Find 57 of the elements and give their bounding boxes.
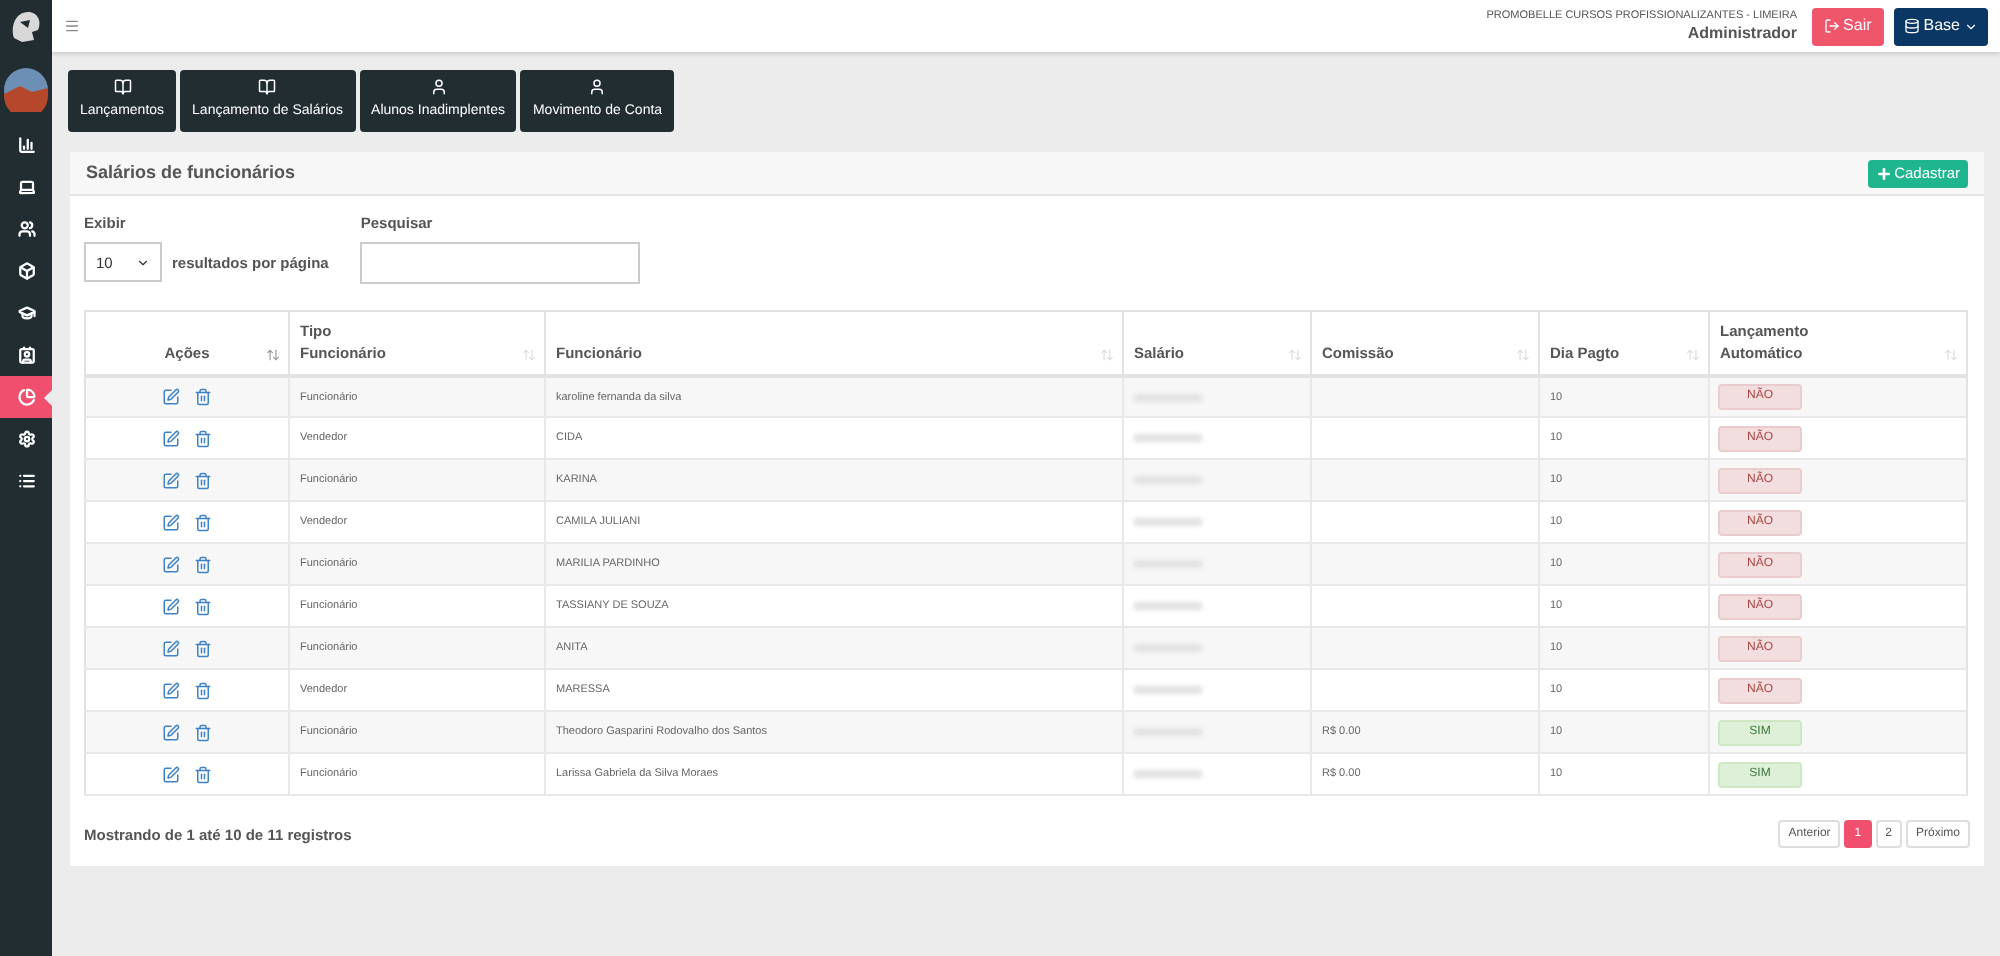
sort-icon xyxy=(1686,347,1700,362)
edit-icon[interactable] xyxy=(162,597,180,616)
database-icon xyxy=(1903,18,1920,34)
cube-icon xyxy=(17,262,35,280)
user-role: Administrador xyxy=(1687,23,1798,43)
menu-icon[interactable] xyxy=(64,18,80,34)
list-icon xyxy=(17,472,35,490)
edit-icon[interactable] xyxy=(162,471,180,490)
edit-icon[interactable] xyxy=(162,765,180,784)
caret-icon xyxy=(1964,19,1978,33)
pie-chart-icon xyxy=(17,388,35,406)
edit-icon[interactable] xyxy=(162,555,180,574)
blurred-value xyxy=(1134,770,1202,779)
delete-icon[interactable] xyxy=(194,388,212,406)
plus-icon xyxy=(1876,165,1893,181)
sort-icon xyxy=(522,347,536,362)
blurred-value xyxy=(1134,434,1202,443)
edit-icon[interactable] xyxy=(162,723,180,742)
user-icon xyxy=(429,78,447,97)
delete-icon[interactable] xyxy=(194,471,212,490)
search-field[interactable] xyxy=(360,242,641,285)
edit-icon[interactable] xyxy=(162,429,180,448)
delete-icon[interactable] xyxy=(194,639,212,658)
sort-icon xyxy=(1944,347,1958,362)
edit-icon[interactable] xyxy=(162,681,180,700)
caret-icon xyxy=(136,255,150,270)
logout-icon xyxy=(1823,18,1840,34)
graduation-cap-icon xyxy=(17,304,35,322)
sort-icon xyxy=(266,347,280,362)
edit-icon[interactable] xyxy=(162,388,180,406)
delete-icon[interactable] xyxy=(194,513,212,532)
sort-icon xyxy=(1100,347,1114,362)
blurred-value xyxy=(1134,602,1202,611)
delete-icon[interactable] xyxy=(194,429,212,448)
delete-icon[interactable] xyxy=(194,723,212,742)
base-dropdown[interactable]: Base xyxy=(1893,7,1988,45)
delete-icon[interactable] xyxy=(194,765,212,784)
edit-icon[interactable] xyxy=(162,639,180,658)
blurred-value xyxy=(1134,686,1202,695)
blurred-value xyxy=(1134,518,1202,527)
panel-title: Salários de funcionários xyxy=(86,159,296,186)
sort-icon xyxy=(1516,347,1530,362)
user-icon xyxy=(588,78,607,97)
avatar xyxy=(4,68,48,112)
sort-icon xyxy=(1288,347,1302,362)
book-icon xyxy=(258,78,277,97)
pointer-icon xyxy=(44,389,52,405)
delete-icon[interactable] xyxy=(194,681,212,700)
chart-icon xyxy=(17,136,35,154)
settings-icon xyxy=(17,430,35,448)
contact-card-icon xyxy=(17,346,35,364)
users-icon xyxy=(17,220,35,238)
laptop-icon xyxy=(17,178,35,196)
book-icon xyxy=(113,78,132,97)
delete-icon[interactable] xyxy=(194,555,212,574)
delete-icon[interactable] xyxy=(194,597,212,616)
edit-icon[interactable] xyxy=(162,513,180,532)
